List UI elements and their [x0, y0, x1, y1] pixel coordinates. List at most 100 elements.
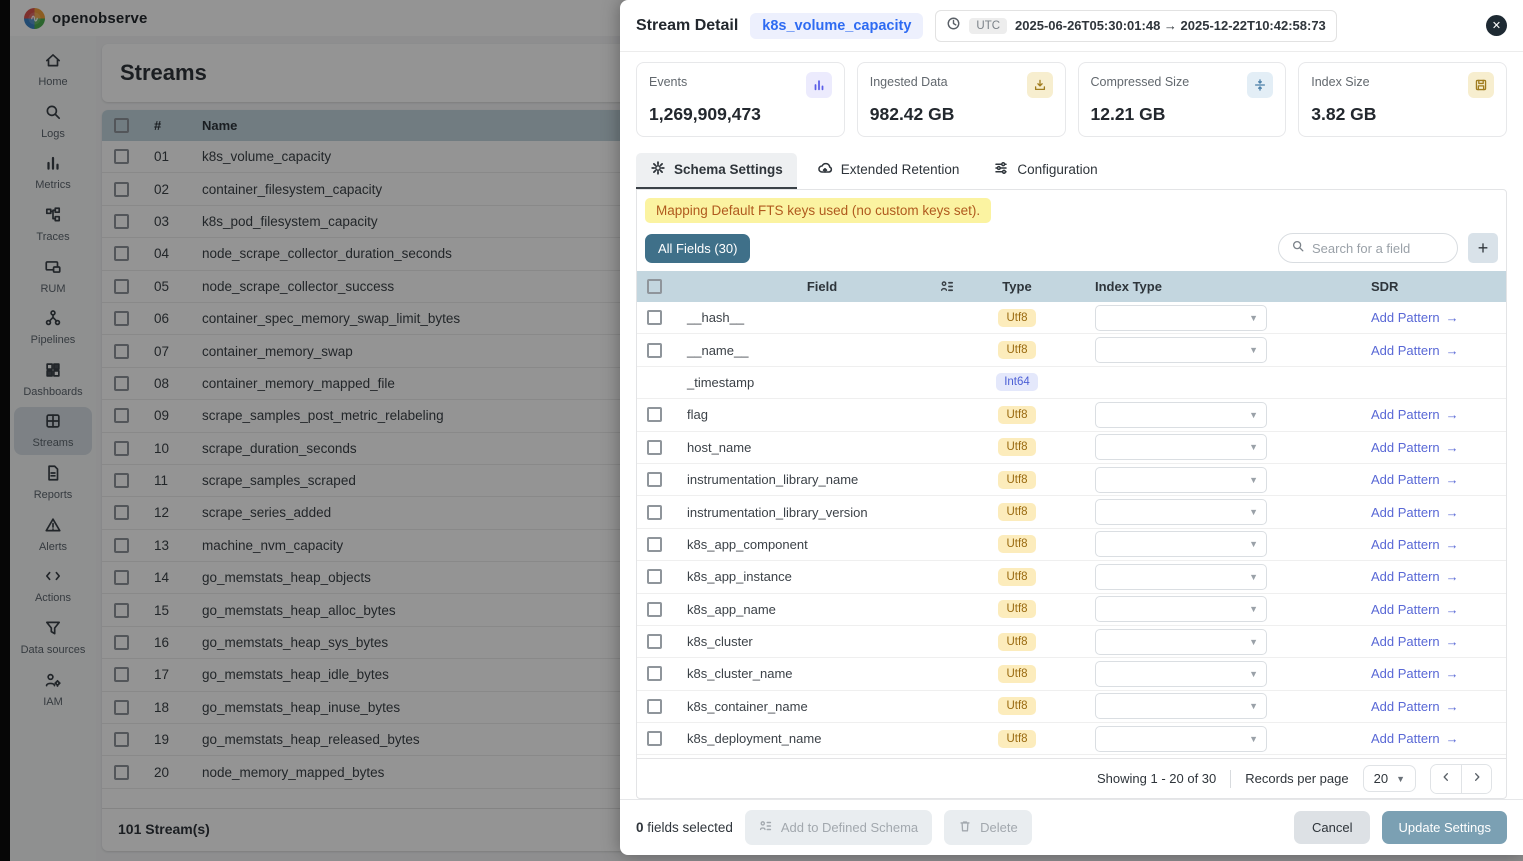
add-field-button[interactable]: + [1468, 233, 1498, 263]
add-pattern-link[interactable]: Add Pattern→ [1371, 569, 1506, 584]
tab-configuration[interactable]: Configuration [979, 153, 1111, 189]
add-pattern-link[interactable]: Add Pattern→ [1371, 343, 1506, 358]
arrow-right-icon: → [1446, 440, 1459, 455]
type-badge: Utf8 [998, 535, 1035, 553]
type-badge: Utf8 [998, 568, 1035, 586]
field-row: k8s_app_instanceUtf8▼Add Pattern→ [637, 561, 1506, 593]
next-page-button[interactable] [1461, 765, 1491, 793]
field-row: k8s_deployment_nameUtf8▼Add Pattern→ [637, 723, 1506, 755]
search-input[interactable] [1312, 241, 1445, 256]
add-pattern-link[interactable]: Add Pattern→ [1371, 537, 1506, 552]
add-pattern-link[interactable]: Add Pattern→ [1371, 472, 1506, 487]
add-pattern-link[interactable]: Add Pattern→ [1371, 505, 1506, 520]
stat-card-compressed-size: Compressed Size12.21 GB [1078, 62, 1287, 137]
chevron-down-icon: ▼ [1249, 669, 1258, 679]
field-checkbox[interactable] [647, 634, 662, 649]
clock-icon [946, 16, 961, 36]
add-pattern-link[interactable]: Add Pattern→ [1371, 602, 1506, 617]
field-name: k8s_cluster [687, 634, 957, 649]
index-type-select[interactable]: ▼ [1095, 467, 1267, 493]
arrow-right-icon: → [1446, 343, 1459, 358]
field-checkbox[interactable] [647, 569, 662, 584]
fields-rows: __hash__Utf8▼Add Pattern→__name__Utf8▼Ad… [637, 302, 1506, 755]
stream-detail-panel: Stream Detail k8s_volume_capacity UTC 20… [620, 0, 1523, 855]
arrow-right-icon: → [1446, 569, 1459, 584]
field-checkbox[interactable] [647, 440, 662, 455]
type-badge: Utf8 [998, 309, 1035, 327]
tab-schema-settings[interactable]: Schema Settings [636, 153, 797, 189]
index-type-select[interactable]: ▼ [1095, 564, 1267, 590]
chevron-down-icon: ▼ [1249, 604, 1258, 614]
index-type-select[interactable]: ▼ [1095, 305, 1267, 331]
stat-card-events: Events1,269,909,473 [636, 62, 845, 137]
field-checkbox[interactable] [647, 343, 662, 358]
prev-page-button[interactable] [1431, 765, 1461, 793]
index-type-select[interactable]: ▼ [1095, 434, 1267, 460]
field-checkbox[interactable] [647, 602, 662, 617]
field-row: k8s_app_componentUtf8▼Add Pattern→ [637, 529, 1506, 561]
index-type-select[interactable]: ▼ [1095, 726, 1267, 752]
add-pattern-link[interactable]: Add Pattern→ [1371, 310, 1506, 325]
type-badge: Utf8 [998, 600, 1035, 618]
update-settings-button[interactable]: Update Settings [1382, 811, 1507, 844]
field-checkbox[interactable] [647, 407, 662, 422]
delete-button[interactable]: Delete [944, 810, 1032, 845]
type-badge: Utf8 [998, 438, 1035, 456]
field-name: host_name [687, 440, 957, 455]
field-name: _timestamp [687, 375, 957, 390]
bar-chart-icon [806, 72, 832, 98]
cancel-button[interactable]: Cancel [1294, 811, 1370, 844]
field-checkbox[interactable] [647, 537, 662, 552]
field-checkbox[interactable] [647, 699, 662, 714]
field-row: instrumentation_library_versionUtf8▼Add … [637, 496, 1506, 528]
add-to-defined-schema-button[interactable]: Add to Defined Schema [745, 810, 932, 845]
index-type-select[interactable]: ▼ [1095, 629, 1267, 655]
arrow-right-icon: → [1446, 407, 1459, 422]
field-name: __hash__ [687, 310, 957, 325]
select-all-fields-checkbox[interactable] [647, 279, 662, 294]
index-type-select[interactable]: ▼ [1095, 499, 1267, 525]
field-row: __name__Utf8▼Add Pattern→ [637, 334, 1506, 366]
type-badge: Int64 [996, 373, 1038, 391]
index-type-column-header: Index Type [1077, 279, 1307, 294]
all-fields-button[interactable]: All Fields (30) [645, 234, 750, 263]
add-pattern-link[interactable]: Add Pattern→ [1371, 731, 1506, 746]
per-page-select[interactable]: 20 ▼ [1363, 765, 1416, 792]
add-pattern-link[interactable]: Add Pattern→ [1371, 634, 1506, 649]
chevron-down-icon: ▼ [1249, 313, 1258, 323]
schema-sort-icon[interactable] [940, 279, 955, 294]
index-type-select[interactable]: ▼ [1095, 596, 1267, 622]
chevron-down-icon: ▼ [1249, 701, 1258, 711]
field-checkbox[interactable] [647, 310, 662, 325]
index-type-select[interactable]: ▼ [1095, 693, 1267, 719]
add-pattern-link[interactable]: Add Pattern→ [1371, 440, 1506, 455]
index-type-select[interactable]: ▼ [1095, 402, 1267, 428]
screen: openobserve HomeLogsMetricsTracesRUMPipe… [0, 0, 1523, 861]
add-pattern-link[interactable]: Add Pattern→ [1371, 699, 1506, 714]
field-checkbox[interactable] [647, 666, 662, 681]
close-icon[interactable]: ✕ [1486, 15, 1507, 36]
field-search [1278, 233, 1458, 263]
add-pattern-link[interactable]: Add Pattern→ [1371, 407, 1506, 422]
fields-selected-text: 0 fields selected [636, 820, 733, 835]
chevron-down-icon: ▼ [1249, 475, 1258, 485]
field-name: k8s_app_name [687, 602, 957, 617]
field-row: flagUtf8▼Add Pattern→ [637, 399, 1506, 431]
field-row: k8s_container_nameUtf8▼Add Pattern→ [637, 691, 1506, 723]
field-checkbox[interactable] [647, 472, 662, 487]
index-type-select[interactable]: ▼ [1095, 337, 1267, 363]
field-checkbox[interactable] [647, 505, 662, 520]
cloud-upload-icon [817, 160, 833, 179]
index-type-select[interactable]: ▼ [1095, 661, 1267, 687]
tab-extended-retention[interactable]: Extended Retention [803, 153, 974, 189]
field-checkbox[interactable] [647, 731, 662, 746]
field-name: k8s_container_name [687, 699, 957, 714]
time-range-text: 2025-06-26T05:30:01:48 → 2025-12-22T10:4… [1015, 18, 1326, 33]
arrow-right-icon: → [1446, 472, 1459, 487]
records-per-page-label: Records per page [1245, 771, 1348, 786]
arrow-right-icon: → [1446, 666, 1459, 681]
chevron-down-icon: ▼ [1249, 345, 1258, 355]
index-type-select[interactable]: ▼ [1095, 531, 1267, 557]
add-pattern-link[interactable]: Add Pattern→ [1371, 666, 1506, 681]
type-badge: Utf8 [998, 471, 1035, 489]
